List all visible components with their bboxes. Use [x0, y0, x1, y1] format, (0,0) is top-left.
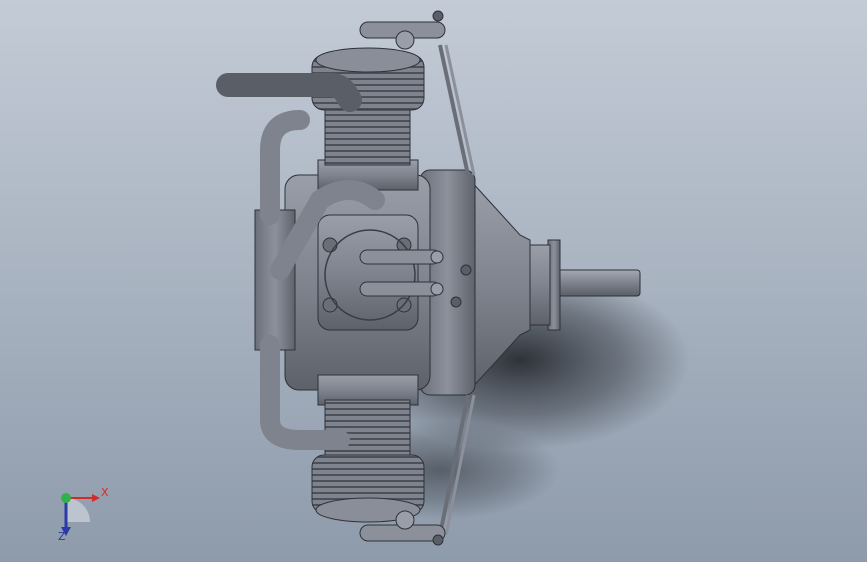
pushrod-end	[460, 264, 472, 276]
y-axis-point	[61, 493, 71, 503]
top-rocker-pivot	[395, 30, 415, 50]
prop-shaft	[554, 269, 641, 297]
rocker-pivot	[430, 282, 444, 296]
top-cylinder-barrel	[324, 104, 411, 166]
z-axis-label: Z	[58, 530, 66, 543]
triad-plane	[66, 498, 90, 522]
model-view[interactable]	[0, 0, 867, 562]
rocker-pivot	[430, 250, 444, 264]
head-bolt	[322, 297, 338, 313]
x-axis-arrow	[92, 494, 100, 502]
bottom-rocker-pivot	[395, 510, 415, 530]
x-axis-label: X	[101, 486, 109, 499]
top-cylinder-cap	[315, 47, 421, 73]
rear-plate	[254, 209, 296, 351]
prop-hub	[529, 244, 551, 326]
center-cylinder-head	[317, 214, 419, 331]
graphics-viewport[interactable]: X Z	[0, 0, 867, 562]
bottom-rocker-end	[432, 534, 444, 546]
rocker-arm	[359, 249, 441, 265]
rocker-arm	[359, 281, 441, 297]
head-bolt	[322, 237, 338, 253]
top-rocker-end	[432, 10, 444, 22]
pushrod-end	[450, 296, 462, 308]
